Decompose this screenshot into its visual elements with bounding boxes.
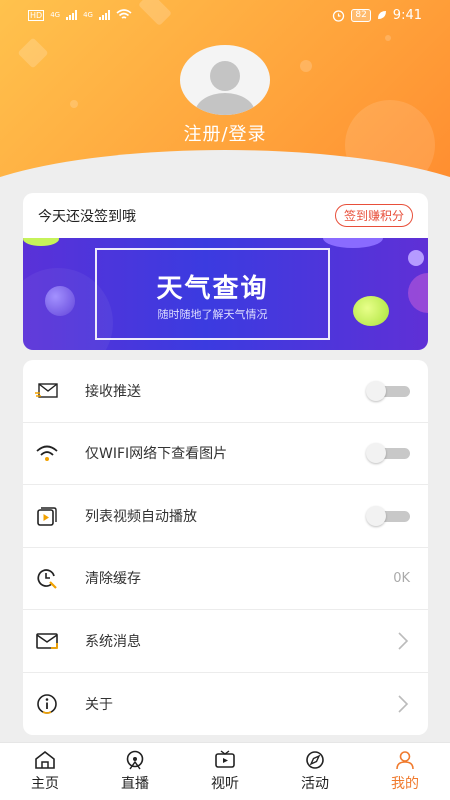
broadcast-icon [126,750,144,770]
tab-activity[interactable]: 活动 [270,743,360,800]
envelope-icon [35,379,59,403]
setting-label: 清除缓存 [85,571,141,588]
tab-label: 活动 [301,776,329,792]
wifi-icon [35,441,59,465]
banner-blob [353,296,389,326]
avatar-body [195,93,255,115]
leaf-icon [377,11,386,19]
alarm-icon [333,9,345,22]
tv-icon [215,750,235,768]
tab-live[interactable]: 直播 [90,743,180,800]
info-icon [35,692,59,716]
chevron-right-icon [398,695,409,713]
setting-about[interactable]: 关于 [23,673,428,736]
user-icon [396,751,414,770]
setting-label: 接收推送 [85,383,141,400]
network-type: HD [28,9,45,21]
decor-diamond [17,37,49,69]
setting-wifi-images[interactable]: 仅WIFI网络下查看图片 [23,423,428,485]
banner-blob [323,238,383,248]
autoplay-toggle[interactable] [366,505,410,527]
tab-home[interactable]: 主页 [0,743,90,800]
chevron-right-icon [398,632,409,650]
setting-push[interactable]: 接收推送 [23,360,428,423]
banner-blob [23,238,59,246]
setting-system-messages[interactable]: 系统消息 [23,610,428,673]
bottom-nav: 主页 直播 视听 活动 我的 [0,742,450,800]
status-bar: HD 4G 4G 82 9:41 [0,0,450,30]
clock-time: 9:41 [392,7,422,23]
tab-mine[interactable]: 我的 [360,743,450,800]
decor-dot [300,60,312,72]
setting-clear-cache[interactable]: 清除缓存 0K [23,548,428,610]
setting-label: 仅WIFI网络下查看图片 [85,446,228,463]
battery-indicator: 82 [351,8,371,22]
setting-autoplay[interactable]: 列表视频自动播放 [23,485,428,548]
sign-card: 今天还没签到哦 签到赚积分 天气查询 随时随地了解天气情况 [23,193,428,350]
weather-banner[interactable]: 天气查询 随时随地了解天气情况 [23,238,428,350]
setting-label: 列表视频自动播放 [85,508,197,525]
mail-icon [35,629,59,653]
tab-label: 直播 [121,776,149,792]
sign-hint: 今天还没签到哦 [38,208,136,225]
decor-dot [70,100,78,108]
banner-blob [408,250,424,266]
wifi-status-icon [116,9,132,19]
setting-label: 系统消息 [85,633,141,650]
banner-title: 天气查询 [156,274,269,304]
login-link[interactable]: 注册/登录 [0,120,450,146]
signal-icon [66,10,78,20]
settings-list: 接收推送 仅WIFI网络下查看图片 列表视频自动播放 清除缓存 0K 系统消息 … [23,360,428,735]
wifi-images-toggle[interactable] [366,442,410,464]
cache-size: 0K [393,570,410,586]
signal-icon [98,10,110,20]
clock-icon [35,566,59,590]
signal-label: 4G [83,11,93,19]
banner-subtitle: 随时随地了解天气情况 [157,308,268,321]
home-icon [35,750,55,769]
setting-label: 关于 [85,696,113,713]
avatar[interactable] [180,45,270,115]
tab-label: 主页 [31,776,59,792]
tab-audiovisual[interactable]: 视听 [180,743,270,800]
signal-label: 4G [50,11,61,19]
banner-blob [408,273,428,313]
tab-label: 视听 [211,776,239,792]
sign-in-button[interactable]: 签到赚积分 [334,204,413,227]
avatar-head [210,61,240,91]
push-toggle[interactable] [366,380,410,402]
compass-icon [306,751,324,769]
tab-label: 我的 [391,776,419,792]
sign-row: 今天还没签到哦 签到赚积分 [23,193,428,238]
decor-dot [385,35,391,41]
video-icon [35,504,59,528]
